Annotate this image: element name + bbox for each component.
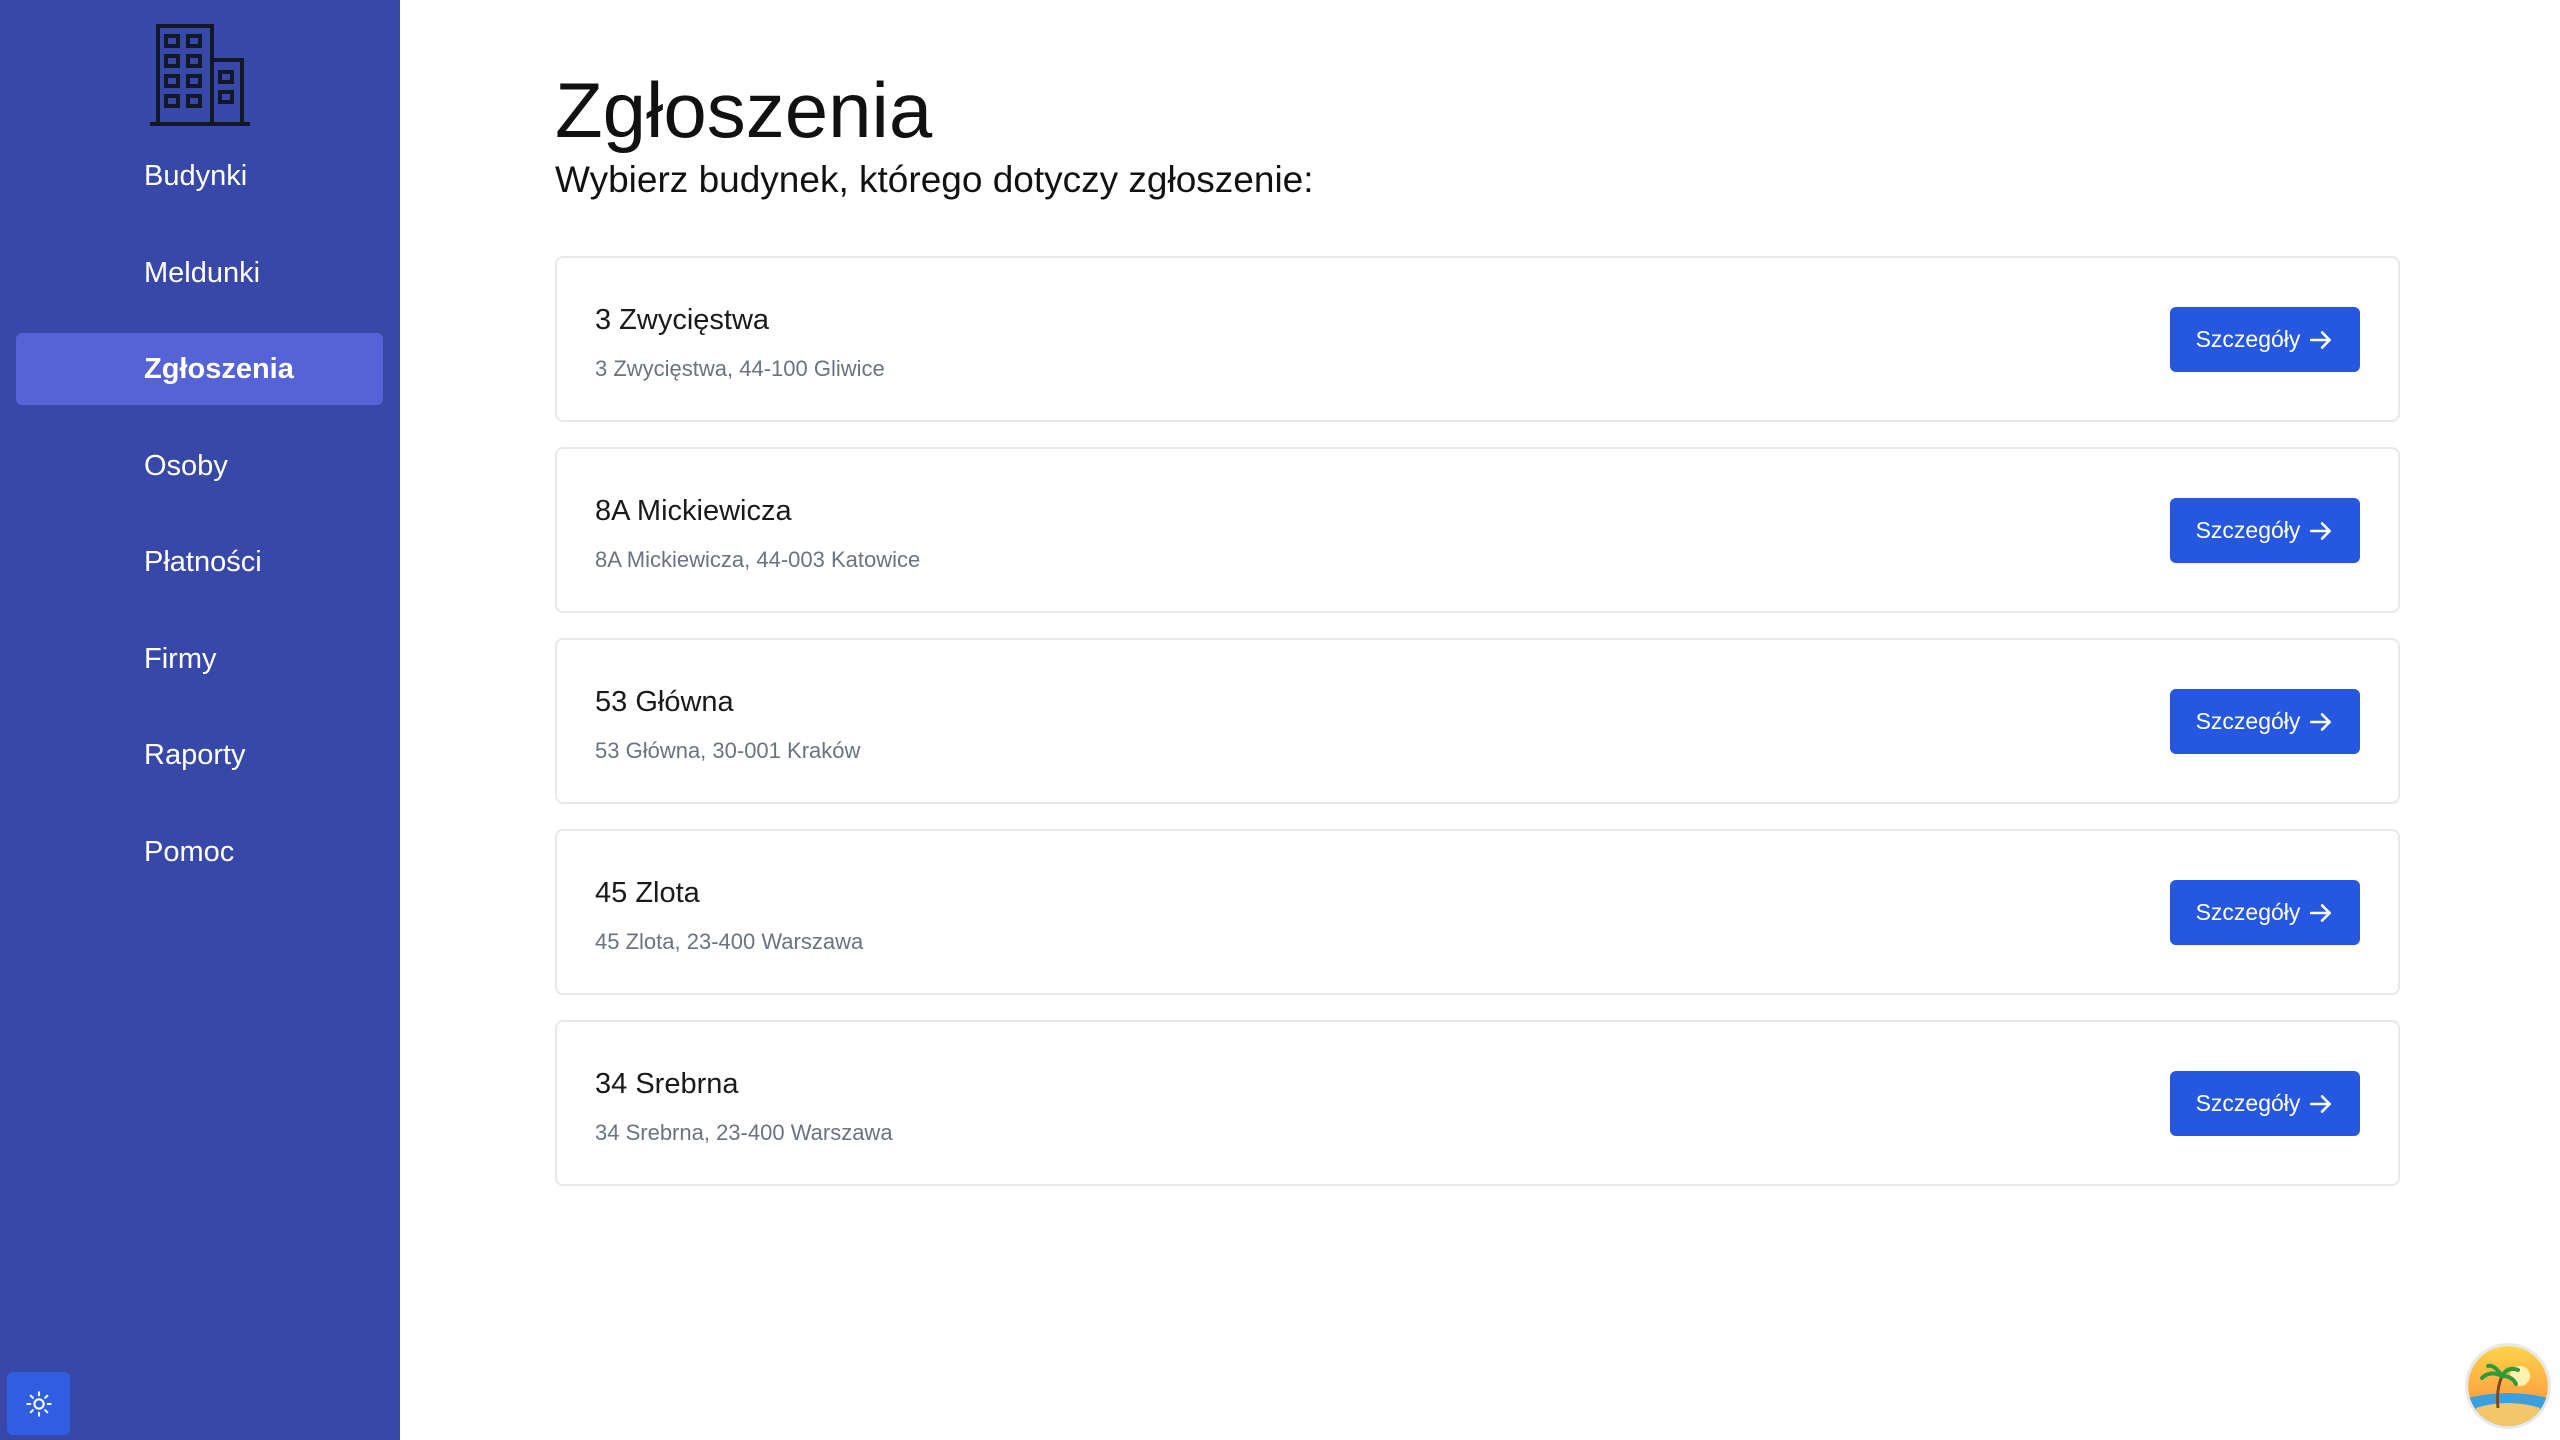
- theme-toggle-button[interactable]: [7, 1372, 70, 1435]
- details-button[interactable]: Szczegóły: [2170, 307, 2360, 372]
- arrow-right-icon: [2310, 1094, 2332, 1113]
- sidebar-item-pomoc[interactable]: Pomoc: [16, 816, 383, 888]
- sidebar-nav: Budynki Meldunki Zgłoszenia Osoby Płatno…: [16, 140, 383, 912]
- main-content: Zgłoszenia Wybierz budynek, którego doty…: [400, 0, 2560, 1440]
- building-card: 34 Srebrna 34 Srebrna, 23-400 Warszawa S…: [555, 1020, 2400, 1186]
- arrow-right-icon: [2310, 521, 2332, 540]
- building-card: 53 Główna 53 Główna, 30-001 Kraków Szcze…: [555, 638, 2400, 804]
- building-icon: [150, 24, 250, 126]
- sun-icon: [25, 1390, 52, 1417]
- building-card: 45 Zlota 45 Zlota, 23-400 Warszawa Szcze…: [555, 829, 2400, 995]
- building-address: 8A Mickiewicza, 44-003 Katowice: [595, 547, 921, 572]
- sidebar-item-osoby[interactable]: Osoby: [16, 430, 383, 502]
- details-button[interactable]: Szczegóły: [2170, 880, 2360, 945]
- building-name: 45 Zlota: [595, 877, 700, 909]
- building-address: 34 Srebrna, 23-400 Warszawa: [595, 1120, 893, 1145]
- page-title: Zgłoszenia: [555, 66, 933, 154]
- details-button-label: Szczegóły: [2195, 899, 2301, 925]
- sidebar-item-firmy[interactable]: Firmy: [16, 623, 383, 695]
- details-button-label: Szczegóły: [2195, 326, 2301, 352]
- building-card: 8A Mickiewicza 8A Mickiewicza, 44-003 Ka…: [555, 447, 2400, 613]
- arrow-right-icon: [2310, 330, 2332, 349]
- details-button-label: Szczegóły: [2195, 517, 2301, 543]
- sidebar-item-meldunki[interactable]: Meldunki: [16, 237, 383, 309]
- details-button[interactable]: Szczegóły: [2170, 689, 2360, 754]
- app-root: Budynki Meldunki Zgłoszenia Osoby Płatno…: [0, 0, 2560, 1440]
- building-card: 3 Zwycięstwa 3 Zwycięstwa, 44-100 Gliwic…: [555, 256, 2400, 422]
- building-name: 53 Główna: [595, 686, 734, 718]
- building-address: 3 Zwycięstwa, 44-100 Gliwice: [595, 356, 885, 381]
- arrow-right-icon: [2310, 903, 2332, 922]
- building-list: 3 Zwycięstwa 3 Zwycięstwa, 44-100 Gliwic…: [555, 256, 2400, 1211]
- details-button[interactable]: Szczegóły: [2170, 1071, 2360, 1136]
- details-button[interactable]: Szczegóły: [2170, 498, 2360, 563]
- building-name: 8A Mickiewicza: [595, 495, 792, 527]
- building-address: 53 Główna, 30-001 Kraków: [595, 738, 861, 763]
- sidebar-item-platnosci[interactable]: Płatności: [16, 526, 383, 598]
- details-button-label: Szczegóły: [2195, 708, 2301, 734]
- sidebar: Budynki Meldunki Zgłoszenia Osoby Płatno…: [0, 0, 400, 1440]
- building-name: 34 Srebrna: [595, 1068, 739, 1100]
- beach-avatar-icon: [2468, 1346, 2548, 1426]
- avatar[interactable]: [2468, 1346, 2548, 1426]
- page-subtitle: Wybierz budynek, którego dotyczy zgłosze…: [555, 159, 1314, 200]
- sidebar-item-raporty[interactable]: Raporty: [16, 719, 383, 791]
- building-name: 3 Zwycięstwa: [595, 304, 770, 336]
- sidebar-item-budynki[interactable]: Budynki: [16, 140, 383, 212]
- details-button-label: Szczegóły: [2195, 1090, 2301, 1116]
- sidebar-item-zgloszenia[interactable]: Zgłoszenia: [16, 333, 383, 405]
- arrow-right-icon: [2310, 712, 2332, 731]
- building-address: 45 Zlota, 23-400 Warszawa: [595, 929, 864, 954]
